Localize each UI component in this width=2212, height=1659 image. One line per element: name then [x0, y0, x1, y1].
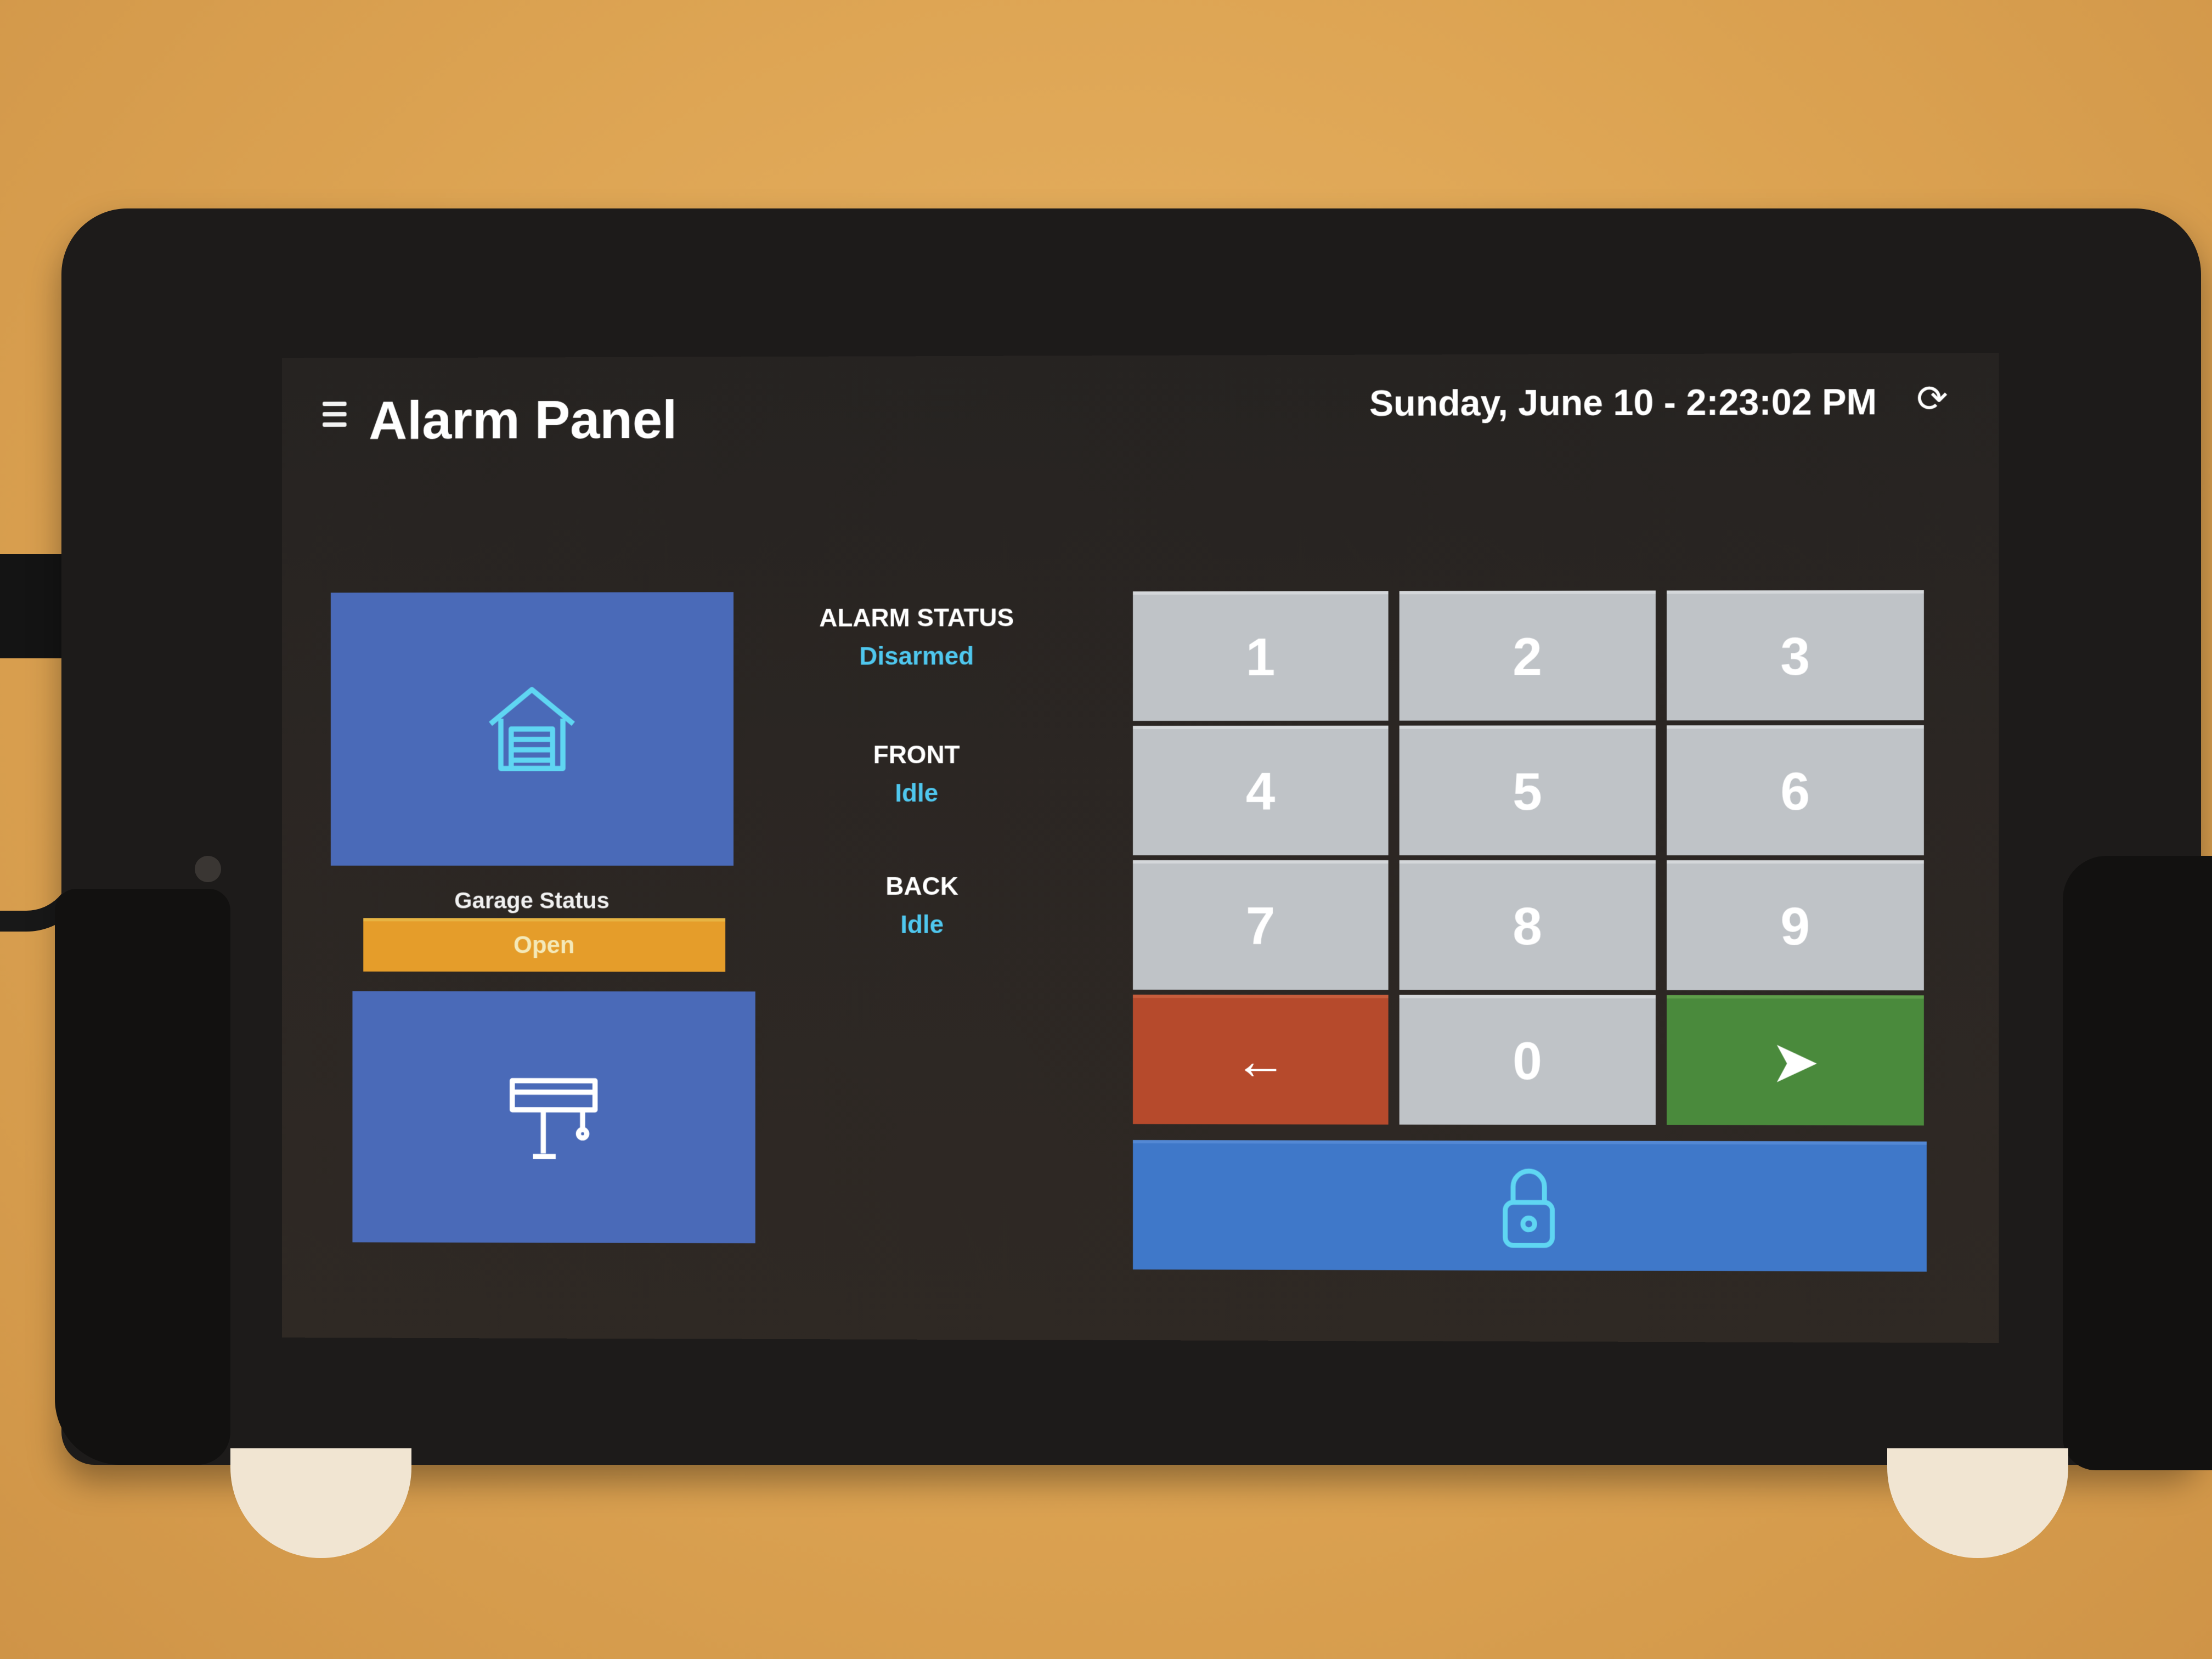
key-7[interactable]: 7 — [1133, 860, 1389, 990]
back-status: BACK Idle — [818, 871, 1026, 939]
suction-cup-left — [230, 1448, 411, 1558]
wall-mount-bracket-left — [55, 889, 230, 1465]
alarm-status-label: ALARM STATUS — [819, 603, 1014, 632]
suction-cup-right — [1887, 1448, 2068, 1558]
enter-button[interactable]: ➤ — [1667, 995, 1924, 1126]
menu-icon[interactable] — [323, 402, 347, 430]
key-9[interactable]: 9 — [1667, 860, 1924, 991]
refresh-icon[interactable]: ⟳ — [1913, 378, 1952, 420]
key-2[interactable]: 2 — [1399, 590, 1656, 721]
front-status-label: FRONT — [873, 740, 960, 769]
garage-status-badge: Open — [363, 918, 726, 972]
wall-mount-bracket-right — [2063, 856, 2212, 1470]
front-status: FRONT Idle — [812, 740, 1020, 808]
key-6[interactable]: 6 — [1667, 725, 1924, 856]
gate-tile[interactable] — [352, 991, 755, 1244]
garage-icon — [480, 677, 584, 781]
back-status-value: Idle — [900, 910, 944, 939]
app-header: Alarm Panel Sunday, June 10 - 2:23:02 PM… — [282, 353, 1999, 484]
arm-lock-button[interactable] — [1133, 1139, 1927, 1272]
date-time: Sunday, June 10 - 2:23:02 PM — [1369, 381, 1877, 424]
garage-status-label: Garage Status — [454, 887, 610, 913]
backspace-button[interactable]: ← — [1133, 994, 1389, 1125]
alarm-status-value: Disarmed — [859, 641, 974, 670]
front-camera — [195, 856, 221, 882]
key-8[interactable]: 8 — [1399, 860, 1656, 990]
alarm-panel-screen: Alarm Panel Sunday, June 10 - 2:23:02 PM… — [281, 353, 1999, 1343]
key-3[interactable]: 3 — [1667, 590, 1924, 721]
key-1[interactable]: 1 — [1133, 591, 1389, 721]
key-0[interactable]: 0 — [1399, 995, 1656, 1125]
gate-icon — [502, 1065, 606, 1169]
alarm-status: ALARM STATUS Disarmed — [812, 602, 1020, 670]
front-status-value: Idle — [895, 778, 939, 808]
page-title: Alarm Panel — [369, 389, 678, 450]
key-5[interactable]: 5 — [1399, 725, 1656, 856]
key-4[interactable]: 4 — [1133, 725, 1389, 856]
lock-icon — [1498, 1163, 1559, 1251]
back-status-label: BACK — [885, 871, 958, 900]
garage-tile[interactable] — [330, 592, 734, 866]
